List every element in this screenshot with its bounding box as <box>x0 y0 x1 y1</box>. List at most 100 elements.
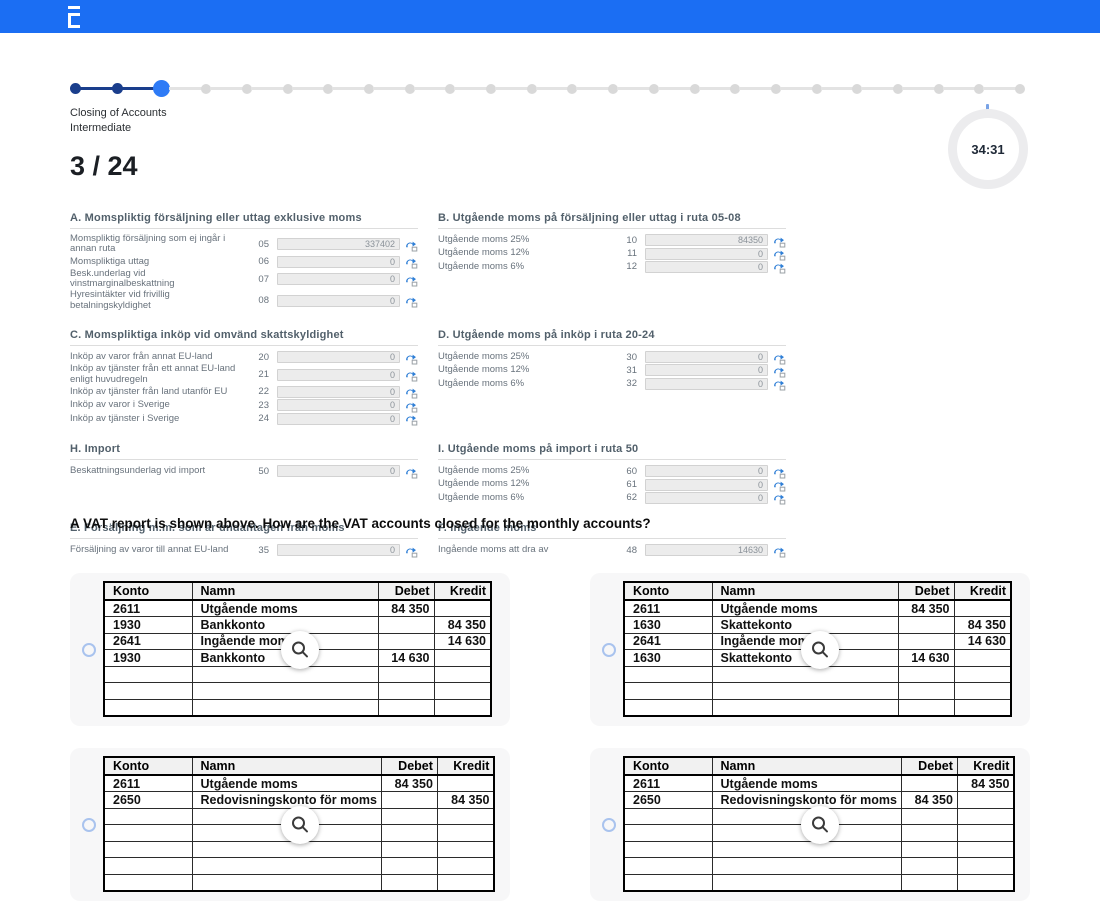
vat-input-48[interactable] <box>645 544 768 556</box>
vat-row-label: Utgående moms 12% <box>438 365 611 375</box>
table-cell <box>624 874 712 891</box>
table-cell <box>898 683 954 700</box>
answer-option-2[interactable]: KontoNamnDebetKredit2611Utgående moms84 … <box>590 573 1030 726</box>
table-cell <box>954 699 1011 716</box>
logo-icon[interactable] <box>64 5 86 29</box>
vat-row-label: Ingående moms att dra av <box>438 545 611 555</box>
sync-icon[interactable] <box>405 545 418 556</box>
sync-icon[interactable] <box>405 413 418 424</box>
vat-row-label: Inköp av varor från annat EU-land <box>70 352 243 362</box>
sync-icon[interactable] <box>405 256 418 267</box>
table-cell <box>624 841 712 858</box>
table-cell <box>957 808 1014 825</box>
table-cell <box>381 841 437 858</box>
column-header-konto: Konto <box>104 757 192 775</box>
stepper-connector <box>292 87 325 90</box>
table-cell: 14 630 <box>954 633 1011 650</box>
vat-input-35[interactable] <box>277 544 400 556</box>
table-cell <box>381 825 437 842</box>
sync-icon[interactable] <box>773 261 786 272</box>
vat-input-60[interactable] <box>645 465 768 477</box>
vat-box-number: 61 <box>611 479 637 490</box>
vat-input-22[interactable] <box>277 386 400 398</box>
column-header-debet: Debet <box>901 757 957 775</box>
vat-input-07[interactable] <box>277 273 400 285</box>
vat-row-box-24: Inköp av tjänster i Sverige24 <box>70 413 418 425</box>
vat-input-30[interactable] <box>645 351 768 363</box>
vat-input-10[interactable] <box>645 234 768 246</box>
journal-row <box>104 858 494 875</box>
sync-icon[interactable] <box>405 239 418 250</box>
table-cell <box>104 808 192 825</box>
sync-icon[interactable] <box>773 479 786 490</box>
sync-icon[interactable] <box>773 378 786 389</box>
vat-input-32[interactable] <box>645 378 768 390</box>
radio-button-option-3[interactable] <box>82 818 96 832</box>
column-header-kredit: Kredit <box>434 582 491 600</box>
vat-input-21[interactable] <box>277 369 400 381</box>
journal-row <box>104 874 494 891</box>
sync-icon[interactable] <box>773 466 786 477</box>
vat-box-number: 50 <box>243 466 269 477</box>
vat-input-11[interactable] <box>645 248 768 260</box>
table-cell: 1930 <box>104 617 192 634</box>
course-label: Closing of Accounts Intermediate <box>70 106 167 136</box>
sync-icon[interactable] <box>773 235 786 246</box>
magnifier-icon[interactable] <box>801 631 839 669</box>
vat-input-50[interactable] <box>277 465 400 477</box>
column-header-konto: Konto <box>624 582 712 600</box>
vat-input-24[interactable] <box>277 413 400 425</box>
vat-input-06[interactable] <box>277 256 400 268</box>
vat-input-31[interactable] <box>645 364 768 376</box>
magnifier-icon[interactable] <box>801 806 839 844</box>
column-header-konto: Konto <box>624 757 712 775</box>
sync-icon[interactable] <box>773 365 786 376</box>
table-cell <box>712 699 898 716</box>
sync-icon[interactable] <box>405 352 418 363</box>
magnifier-icon[interactable] <box>281 631 319 669</box>
vat-input-61[interactable] <box>645 479 768 491</box>
course-title: Closing of Accounts <box>70 106 167 121</box>
sync-icon[interactable] <box>405 386 418 397</box>
stepper-connector <box>122 87 155 91</box>
column-header-debet: Debet <box>381 757 437 775</box>
radio-button-option-4[interactable] <box>602 818 616 832</box>
column-header-kredit: Kredit <box>957 757 1014 775</box>
journal-row <box>624 858 1014 875</box>
answer-option-4[interactable]: KontoNamnDebetKredit2611Utgående moms84 … <box>590 748 1030 901</box>
sync-icon[interactable] <box>405 466 418 477</box>
vat-input-62[interactable] <box>645 492 768 504</box>
vat-input-08[interactable] <box>277 295 400 307</box>
vat-input-05[interactable] <box>277 238 400 250</box>
table-cell <box>104 825 192 842</box>
journal-row <box>624 683 1011 700</box>
question-text: A VAT report is shown above. How are the… <box>70 516 651 531</box>
sync-icon[interactable] <box>405 400 418 411</box>
answer-option-1[interactable]: KontoNamnDebetKredit2611Utgående moms84 … <box>70 573 510 726</box>
vat-box-number: 24 <box>243 413 269 424</box>
vat-input-20[interactable] <box>277 351 400 363</box>
vat-input-23[interactable] <box>277 399 400 411</box>
sync-icon[interactable] <box>405 274 418 285</box>
magnifier-icon[interactable] <box>281 806 319 844</box>
vat-section-C: C. Momspliktiga inköp vid omvänd skattsk… <box>70 329 418 426</box>
table-cell: 84 350 <box>901 792 957 809</box>
sync-icon[interactable] <box>773 545 786 556</box>
sync-icon[interactable] <box>405 295 418 306</box>
sync-icon[interactable] <box>773 352 786 363</box>
sync-icon[interactable] <box>405 369 418 380</box>
vat-row-box-10: Utgående moms 25%10 <box>438 234 786 246</box>
vat-input-12[interactable] <box>645 261 768 273</box>
radio-button-option-1[interactable] <box>82 643 96 657</box>
table-cell <box>624 858 712 875</box>
vat-section-H: H. ImportBeskattningsunderlag vid import… <box>70 443 418 505</box>
table-cell <box>901 825 957 842</box>
vat-row-box-31: Utgående moms 12%31 <box>438 364 786 376</box>
radio-button-option-2[interactable] <box>602 643 616 657</box>
vat-row-label: Utgående moms 25% <box>438 235 611 245</box>
journal-row: 2611Utgående moms84 350 <box>104 600 491 617</box>
sync-icon[interactable] <box>773 492 786 503</box>
answer-option-3[interactable]: KontoNamnDebetKredit2611Utgående moms84 … <box>70 748 510 901</box>
journal-row <box>104 683 491 700</box>
sync-icon[interactable] <box>773 248 786 259</box>
